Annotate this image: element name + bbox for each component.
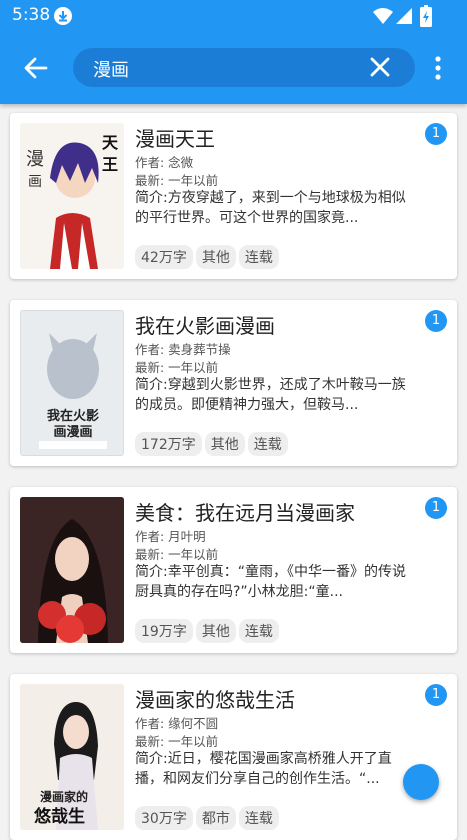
book-intro: 简介:穿越到火影世界，还成了木叶鞍马一族的成员。即便精神力强大，但鞍马... (135, 377, 406, 413)
tag-list: 19万字 其他 连载 (135, 619, 282, 643)
scroll-top-button[interactable] (403, 764, 439, 800)
tag-list: 42万字 其他 连载 (135, 245, 282, 269)
tag-list: 172万字 其他 连载 (135, 432, 291, 456)
book-author: 作者: 念微 (135, 155, 194, 170)
cover-title-line: 悠哉生 (34, 807, 85, 827)
book-title[interactable]: 漫画家的悠哉生活 (135, 684, 295, 713)
cover-title-char: 天 (102, 133, 119, 152)
status-time: 5:38 (12, 5, 51, 25)
book-author: 作者: 卖身葬节操 (135, 342, 231, 357)
tag-status: 连载 (238, 245, 279, 269)
clear-icon[interactable] (369, 56, 391, 78)
book-intro: 简介:方夜穿越了，来到一个与地球极为相似的平行世界。可这个世界的国家竟... (135, 190, 406, 226)
wifi-icon (372, 7, 394, 29)
book-intro: 简介:幸平创真：“童雨，《中华一番》的传说厨具真的存在吗?”小林龙胆:“童... (135, 564, 406, 600)
book-cover: 漫 画 天 王 (20, 123, 124, 269)
tag-category: 其他 (204, 432, 245, 456)
source-count-badge: 1 (425, 310, 447, 332)
source-count-badge: 1 (425, 123, 447, 145)
book-cover: 我在火影 画漫画 (20, 310, 124, 456)
status-bar: 5:38 (0, 0, 467, 32)
tag-word-count: 30万字 (135, 806, 193, 830)
cover-title-char: 王 (102, 155, 119, 174)
search-input[interactable]: 漫画 (93, 56, 129, 82)
tag-status: 连载 (238, 806, 279, 830)
tag-status: 连载 (247, 432, 288, 456)
tag-word-count: 19万字 (135, 619, 193, 643)
book-updated: 最新: 一年以前 (135, 173, 219, 188)
book-author: 作者: 月叶明 (135, 529, 206, 544)
book-title[interactable]: 美食：我在远月当漫画家 (135, 497, 355, 526)
tag-list: 30万字 都市 连载 (135, 806, 282, 830)
tag-category: 其他 (195, 619, 236, 643)
cover-title-char: 漫 (26, 149, 44, 170)
book-updated: 最新: 一年以前 (135, 734, 219, 749)
book-card[interactable]: 漫画家的 悠哉生 漫画家的悠哉生活 作者: 缘何不圆 最新: 一年以前 简介:近… (10, 674, 457, 840)
download-icon (54, 7, 72, 25)
source-count-badge: 1 (425, 497, 447, 519)
book-intro: 简介:近日，樱花国漫画家高桥雅人开了直播，和网友们分享自己的创作生活。“... (135, 751, 392, 787)
tag-status: 连载 (238, 619, 279, 643)
tag-category: 都市 (195, 806, 236, 830)
signal-icon (395, 7, 413, 29)
book-author: 作者: 缘何不圆 (135, 716, 219, 731)
book-title[interactable]: 我在火影画漫画 (135, 310, 275, 339)
book-card[interactable]: 美食：我在远月当漫画家 作者: 月叶明 最新: 一年以前 简介:幸平创真：“童雨… (10, 487, 457, 653)
book-title[interactable]: 漫画天王 (135, 123, 215, 152)
book-card[interactable]: 我在火影 画漫画 我在火影画漫画 作者: 卖身葬节操 最新: 一年以前 简介:穿… (10, 300, 457, 466)
more-vert-icon[interactable] (430, 56, 446, 80)
battery-icon (420, 5, 432, 31)
book-cover (20, 497, 124, 643)
tag-word-count: 172万字 (135, 432, 202, 456)
app-bar: 5:38 漫画 (0, 0, 467, 104)
source-count-badge: 1 (425, 684, 447, 706)
book-cover: 漫画家的 悠哉生 (20, 684, 124, 830)
tag-word-count: 42万字 (135, 245, 193, 269)
book-updated: 最新: 一年以前 (135, 360, 219, 375)
back-arrow-icon[interactable] (22, 54, 50, 82)
tag-category: 其他 (195, 245, 236, 269)
book-updated: 最新: 一年以前 (135, 547, 219, 562)
cover-title-char: 画 (28, 174, 42, 190)
cover-title-line: 画漫画 (53, 425, 93, 440)
book-card[interactable]: 漫 画 天 王 漫画天王 作者: 念微 最新: 一年以前 简介:方夜穿越了，来到… (10, 113, 457, 279)
search-box[interactable]: 漫画 (73, 48, 415, 87)
